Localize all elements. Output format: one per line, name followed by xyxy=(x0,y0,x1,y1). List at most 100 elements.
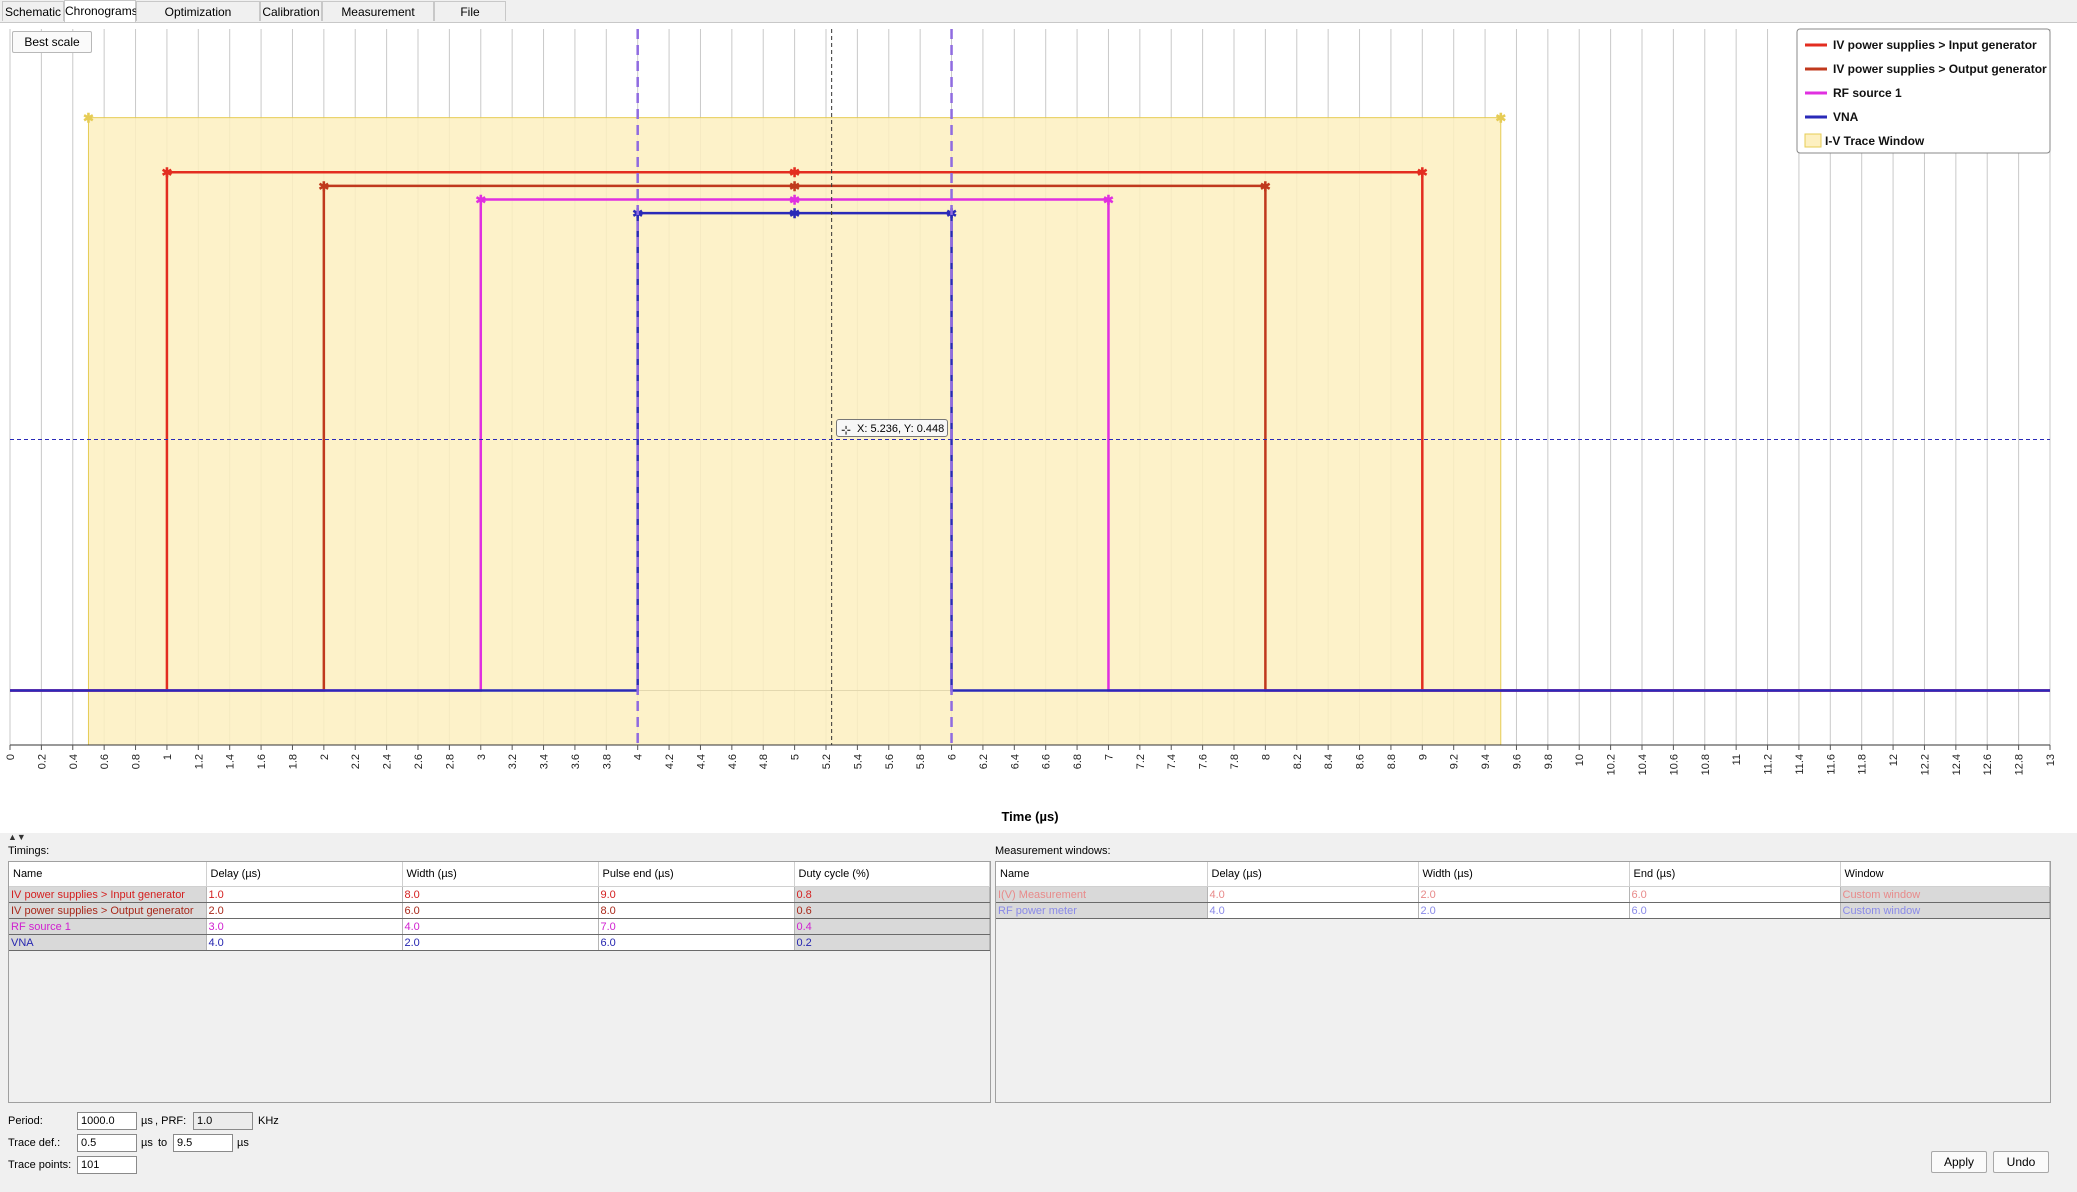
timings-row[interactable]: IV power supplies > Output generator 2.0 6… xyxy=(9,902,990,919)
measurement-cell-name[interactable]: I(V) Measurement xyxy=(996,886,1208,903)
x-tick-label: 7.8 xyxy=(1229,754,1241,769)
timings-cell-duty[interactable]: 0.6 xyxy=(794,902,990,919)
timings-cell-end[interactable]: 8.0 xyxy=(598,902,795,919)
column-header-delay[interactable]: Delay (µs) xyxy=(206,862,403,887)
x-tick-label: 1.6 xyxy=(256,754,268,769)
trace-end-input[interactable] xyxy=(173,1134,233,1152)
x-tick-label: 7.4 xyxy=(1166,754,1178,769)
splitter-arrows-icon[interactable]: ▲▼ xyxy=(8,832,26,842)
timings-row[interactable]: IV power supplies > Input generator 1.0 8.… xyxy=(9,886,990,903)
timings-cell-width[interactable]: 8.0 xyxy=(402,886,599,903)
measurement-cell-end[interactable]: 6.0 xyxy=(1629,886,1841,903)
x-tick-label: 5.2 xyxy=(821,754,833,769)
timings-cell-end[interactable]: 7.0 xyxy=(598,918,795,935)
trace-def-label: Trace def.: xyxy=(8,1137,61,1149)
x-tick-label: 11.6 xyxy=(1825,754,1837,775)
x-tick-label: 11.8 xyxy=(1857,754,1869,775)
x-tick-label: 2 xyxy=(319,754,331,760)
x-tick-label: 1 xyxy=(162,754,174,760)
column-header-duty-cycle[interactable]: Duty cycle (%) xyxy=(794,862,990,887)
x-tick-label: 2.2 xyxy=(350,754,362,769)
timings-cell-width[interactable]: 2.0 xyxy=(402,934,599,951)
timings-table[interactable]: Name Delay (µs) Width (µs) Pulse end (µs… xyxy=(8,861,991,1103)
x-tick-label: 8.4 xyxy=(1323,754,1335,769)
x-tick-label: 3.4 xyxy=(539,754,551,769)
measurement-cell-end[interactable]: 6.0 xyxy=(1629,902,1841,919)
series-point-marker: ✱ xyxy=(475,192,486,207)
timings-cell-delay[interactable]: 4.0 xyxy=(206,934,403,951)
apply-button[interactable]: Apply xyxy=(1931,1151,1987,1173)
x-tick-label: 13 xyxy=(2045,754,2057,766)
prf-field xyxy=(193,1112,253,1130)
measurement-windows-label: Measurement windows: xyxy=(995,845,1111,857)
x-tick-label: 0.4 xyxy=(68,754,80,769)
timings-row[interactable]: VNA 4.0 2.0 6.0 0.2 xyxy=(9,934,990,951)
x-tick-label: 9.6 xyxy=(1511,754,1523,769)
column-header-name[interactable]: Name xyxy=(996,862,1208,887)
x-tick-label: 8.6 xyxy=(1355,754,1367,769)
column-header-delay[interactable]: Delay (µs) xyxy=(1207,862,1419,887)
timings-cell-duty[interactable]: 0.4 xyxy=(794,918,990,935)
measurement-cell-window[interactable]: Custom window xyxy=(1840,886,2050,903)
timings-cell-delay[interactable]: 1.0 xyxy=(206,886,403,903)
period-unit: µs xyxy=(141,1115,153,1127)
x-tick-label: 1.2 xyxy=(193,754,205,769)
x-tick-label: 10.4 xyxy=(1637,754,1649,775)
trace-points-input[interactable] xyxy=(77,1156,137,1174)
undo-button[interactable]: Undo xyxy=(1993,1151,2049,1173)
timings-cell-name[interactable]: IV power supplies > Input generator xyxy=(9,886,207,903)
timings-cell-duty[interactable]: 0.2 xyxy=(794,934,990,951)
column-header-width[interactable]: Width (µs) xyxy=(402,862,599,887)
timings-cell-duty[interactable]: 0.8 xyxy=(794,886,990,903)
column-header-name[interactable]: Name xyxy=(9,862,207,887)
x-tick-label: 5.6 xyxy=(884,754,896,769)
x-tick-label: 2.8 xyxy=(444,754,456,769)
trace-start-input[interactable] xyxy=(77,1134,137,1152)
timings-cell-end[interactable]: 9.0 xyxy=(598,886,795,903)
chronogram-chart[interactable]: ✱✱ ✱✱✱✱✱✱✱✱✱✱✱✱ 00.20.40.60.811.21.41.61… xyxy=(0,23,2077,833)
column-header-end[interactable]: End (µs) xyxy=(1629,862,1841,887)
timings-cell-delay[interactable]: 2.0 xyxy=(206,902,403,919)
measurement-cell-name[interactable]: RF power meter xyxy=(996,902,1208,919)
timings-cell-name[interactable]: VNA xyxy=(9,934,207,951)
x-tick-label: 12.8 xyxy=(2014,754,2026,775)
timings-cell-end[interactable]: 6.0 xyxy=(598,934,795,951)
tab-file-manager[interactable]: File manager xyxy=(434,1,506,39)
measurement-cell-width[interactable]: 2.0 xyxy=(1418,902,1630,919)
cursor-coordinate-text: X: 5.236, Y: 0.448 xyxy=(857,423,945,435)
x-tick-label: 7.2 xyxy=(1135,754,1147,769)
measurement-cell-width[interactable]: 2.0 xyxy=(1418,886,1630,903)
tab-chronograms[interactable]: Chronograms xyxy=(64,0,138,22)
measurement-windows-table[interactable]: Name Delay (µs) Width (µs) End (µs) Wind… xyxy=(995,861,2051,1103)
timings-cell-delay[interactable]: 3.0 xyxy=(206,918,403,935)
period-label: Period: xyxy=(8,1115,43,1127)
x-tick-label: 6.2 xyxy=(978,754,990,769)
x-tick-label: 5.4 xyxy=(852,754,864,769)
tab-schematic[interactable]: Schematic xyxy=(2,1,64,21)
timings-cell-name[interactable]: IV power supplies > Output generator xyxy=(9,902,207,919)
tab-calibration[interactable]: Calibration xyxy=(260,1,322,21)
column-header-pulse-end[interactable]: Pulse end (µs) xyxy=(598,862,795,887)
period-input[interactable] xyxy=(77,1112,137,1130)
column-header-width[interactable]: Width (µs) xyxy=(1418,862,1630,887)
measurement-cell-delay[interactable]: 4.0 xyxy=(1207,886,1419,903)
timings-cell-width[interactable]: 6.0 xyxy=(402,902,599,919)
timings-cell-width[interactable]: 4.0 xyxy=(402,918,599,935)
tab-measurement-options[interactable]: Measurement options xyxy=(322,1,434,39)
tab-optimization-strategies[interactable]: Optimization strategies xyxy=(136,1,260,39)
legend[interactable]: IV power supplies > Input generator IV po… xyxy=(1796,28,2051,154)
best-scale-button[interactable]: Best scale xyxy=(12,31,92,53)
cursor-coordinate-tooltip: ⊹ X: 5.236, Y: 0.448 xyxy=(836,419,948,437)
x-tick-label: 6.4 xyxy=(1009,754,1021,769)
measurement-window-row[interactable]: I(V) Measurement 4.0 2.0 6.0 Custom window xyxy=(996,886,2050,903)
timings-row[interactable]: RF source 1 3.0 4.0 7.0 0.4 xyxy=(9,918,990,935)
x-tick-label: 2.6 xyxy=(413,754,425,769)
measurement-cell-window[interactable]: Custom window xyxy=(1840,902,2050,919)
timings-cell-name[interactable]: RF source 1 xyxy=(9,918,207,935)
series-point-marker: ✱ xyxy=(161,165,172,180)
measurement-window-row[interactable]: RF power meter 4.0 2.0 6.0 Custom window xyxy=(996,902,2050,919)
x-tick-label: 4.4 xyxy=(695,754,707,769)
measurement-cell-delay[interactable]: 4.0 xyxy=(1207,902,1419,919)
x-tick-label: 3 xyxy=(476,754,488,760)
column-header-window[interactable]: Window xyxy=(1840,862,2050,887)
